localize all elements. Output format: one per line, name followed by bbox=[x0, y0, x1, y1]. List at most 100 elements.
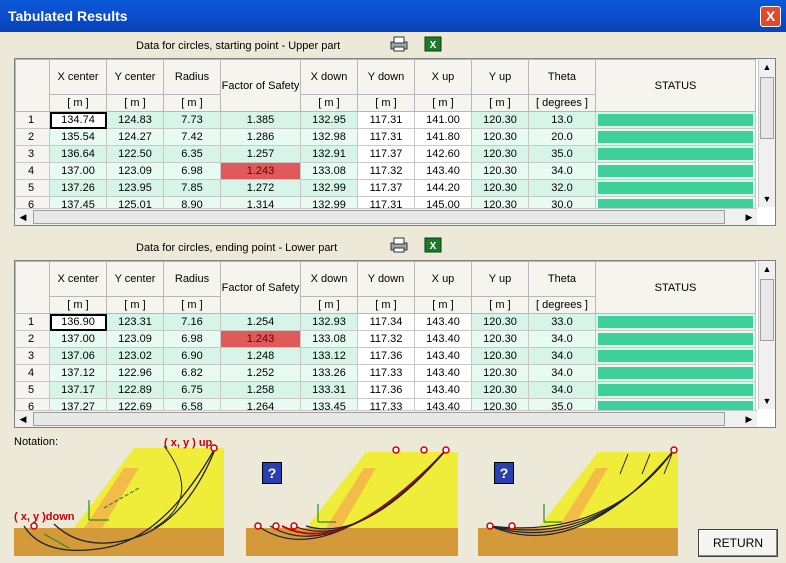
return-button[interactable]: RETURN bbox=[698, 529, 778, 557]
table-row[interactable]: 1 134.74 124.83 7.73 1.385 132.95 117.31 141.00… bbox=[15, 111, 756, 129]
table-cell[interactable]: 143.40 bbox=[414, 330, 472, 348]
table-cell[interactable]: 35.0 bbox=[528, 145, 596, 163]
table-cell[interactable]: 143.40 bbox=[414, 364, 472, 382]
table-cell[interactable]: 120.30 bbox=[471, 145, 529, 163]
table-cell[interactable]: 132.99 bbox=[300, 179, 358, 197]
column-header[interactable]: X center bbox=[49, 261, 107, 297]
table-row[interactable]: 4 137.00 123.09 6.98 1.243 133.08 117.32 143.40… bbox=[15, 162, 756, 180]
table-cell[interactable]: 120.30 bbox=[471, 364, 529, 382]
column-header[interactable]: Theta bbox=[528, 261, 596, 297]
min-safety-factor-cell[interactable]: 1.243 bbox=[220, 330, 301, 348]
column-header[interactable]: X up bbox=[414, 59, 472, 95]
table-cell[interactable]: 117.36 bbox=[357, 381, 415, 399]
printer-icon[interactable] bbox=[390, 237, 408, 253]
column-header[interactable]: Theta bbox=[528, 59, 596, 95]
table-cell[interactable]: 143.40 bbox=[414, 313, 472, 331]
table-cell[interactable]: 1.254 bbox=[220, 313, 301, 331]
table-cell[interactable]: 135.54 bbox=[49, 128, 107, 146]
table-cell[interactable]: 124.27 bbox=[106, 128, 164, 146]
table-cell[interactable]: 137.06 bbox=[49, 347, 107, 365]
vertical-scrollbar[interactable]: ▲ ▼ bbox=[758, 261, 775, 409]
table-row[interactable]: 2 135.54 124.27 7.42 1.286 132.98 117.31 141.80… bbox=[15, 128, 756, 146]
table-row[interactable]: 3 137.06 123.02 6.90 1.248 133.12 117.36 143.40… bbox=[15, 347, 756, 365]
table-cell[interactable]: 123.31 bbox=[106, 313, 164, 331]
table-cell[interactable]: 141.00 bbox=[414, 111, 472, 129]
table-cell[interactable]: 20.0 bbox=[528, 128, 596, 146]
table-cell[interactable]: 137.17 bbox=[49, 381, 107, 399]
scroll-left-icon[interactable]: ◀ bbox=[15, 209, 31, 225]
table-cell[interactable]: 117.34 bbox=[357, 313, 415, 331]
table-cell[interactable]: 120.30 bbox=[471, 347, 529, 365]
table-cell[interactable]: 117.32 bbox=[357, 330, 415, 348]
lower-results-grid[interactable]: X center Y center Radius Factor of Safety X … bbox=[14, 260, 776, 428]
table-cell[interactable]: 136.64 bbox=[49, 145, 107, 163]
table-cell[interactable]: 137.12 bbox=[49, 364, 107, 382]
table-cell[interactable]: 34.0 bbox=[528, 364, 596, 382]
column-header[interactable]: Y down bbox=[357, 261, 415, 297]
column-header[interactable]: Radius bbox=[163, 261, 221, 297]
column-header[interactable]: STATUS bbox=[595, 59, 756, 112]
table-cell[interactable]: 1.257 bbox=[220, 145, 301, 163]
table-cell[interactable]: 123.09 bbox=[106, 330, 164, 348]
table-cell[interactable]: 7.73 bbox=[163, 111, 221, 129]
column-header[interactable]: Y up bbox=[471, 261, 529, 297]
column-header[interactable]: X down bbox=[300, 59, 358, 95]
table-cell[interactable]: 1.258 bbox=[220, 381, 301, 399]
column-header[interactable]: Factor of Safety bbox=[220, 59, 301, 112]
table-cell[interactable]: 122.96 bbox=[106, 364, 164, 382]
scroll-thumb[interactable] bbox=[760, 279, 774, 341]
table-cell[interactable]: 13.0 bbox=[528, 111, 596, 129]
table-cell[interactable]: 6.90 bbox=[163, 347, 221, 365]
scroll-left-icon[interactable]: ◀ bbox=[15, 411, 31, 427]
table-cell[interactable]: 120.30 bbox=[471, 128, 529, 146]
table-cell[interactable]: 132.95 bbox=[300, 111, 358, 129]
table-row[interactable]: 2 137.00 123.09 6.98 1.243 133.08 117.32 143.40… bbox=[15, 330, 756, 348]
table-cell[interactable]: 117.31 bbox=[357, 128, 415, 146]
printer-icon[interactable] bbox=[390, 36, 408, 52]
table-cell[interactable]: 34.0 bbox=[528, 381, 596, 399]
table-cell[interactable]: 143.40 bbox=[414, 381, 472, 399]
table-cell[interactable]: 120.30 bbox=[471, 330, 529, 348]
table-cell[interactable]: 143.40 bbox=[414, 162, 472, 180]
table-cell[interactable]: 122.50 bbox=[106, 145, 164, 163]
table-cell[interactable]: 133.12 bbox=[300, 347, 358, 365]
table-cell[interactable]: 122.89 bbox=[106, 381, 164, 399]
table-cell[interactable]: 1.286 bbox=[220, 128, 301, 146]
scroll-right-icon[interactable]: ▶ bbox=[741, 411, 757, 427]
table-cell[interactable]: 141.80 bbox=[414, 128, 472, 146]
table-cell[interactable]: 1.385 bbox=[220, 111, 301, 129]
table-row[interactable]: 3 136.64 122.50 6.35 1.257 132.91 117.37 142.60… bbox=[15, 145, 756, 163]
table-cell[interactable]: 133.08 bbox=[300, 162, 358, 180]
excel-icon[interactable]: X bbox=[424, 237, 442, 253]
table-cell[interactable]: 34.0 bbox=[528, 330, 596, 348]
table-cell[interactable]: 6.98 bbox=[163, 330, 221, 348]
table-cell[interactable]: 120.30 bbox=[471, 111, 529, 129]
scroll-up-icon[interactable]: ▲ bbox=[759, 261, 775, 277]
column-header[interactable]: Y down bbox=[357, 59, 415, 95]
scroll-down-icon[interactable]: ▼ bbox=[759, 191, 775, 207]
table-cell[interactable]: 123.95 bbox=[106, 179, 164, 197]
table-cell[interactable]: 120.30 bbox=[471, 179, 529, 197]
column-header[interactable]: Radius bbox=[163, 59, 221, 95]
scroll-right-icon[interactable]: ▶ bbox=[741, 209, 757, 225]
table-cell[interactable]: 123.09 bbox=[106, 162, 164, 180]
table-cell[interactable]: 132.98 bbox=[300, 128, 358, 146]
column-header[interactable]: X up bbox=[414, 261, 472, 297]
vertical-scrollbar[interactable]: ▲ ▼ bbox=[758, 59, 775, 207]
table-cell[interactable]: 1.252 bbox=[220, 364, 301, 382]
table-row[interactable]: 1 136.90 123.31 7.16 1.254 132.93 117.34 143.40… bbox=[15, 313, 756, 331]
table-cell[interactable]: 133.26 bbox=[300, 364, 358, 382]
table-cell[interactable]: 6.75 bbox=[163, 381, 221, 399]
close-icon[interactable]: X bbox=[760, 6, 781, 27]
table-cell[interactable]: 137.00 bbox=[49, 162, 107, 180]
table-cell[interactable]: 136.90 bbox=[49, 313, 107, 331]
table-cell[interactable]: 117.33 bbox=[357, 364, 415, 382]
scroll-down-icon[interactable]: ▼ bbox=[759, 393, 775, 409]
horizontal-scrollbar[interactable]: ◀ ▶ bbox=[15, 208, 757, 225]
table-cell[interactable]: 6.35 bbox=[163, 145, 221, 163]
table-cell[interactable]: 124.83 bbox=[106, 111, 164, 129]
table-cell[interactable]: 34.0 bbox=[528, 347, 596, 365]
table-cell[interactable]: 117.37 bbox=[357, 145, 415, 163]
table-cell[interactable]: 117.31 bbox=[357, 111, 415, 129]
table-cell[interactable]: 117.36 bbox=[357, 347, 415, 365]
